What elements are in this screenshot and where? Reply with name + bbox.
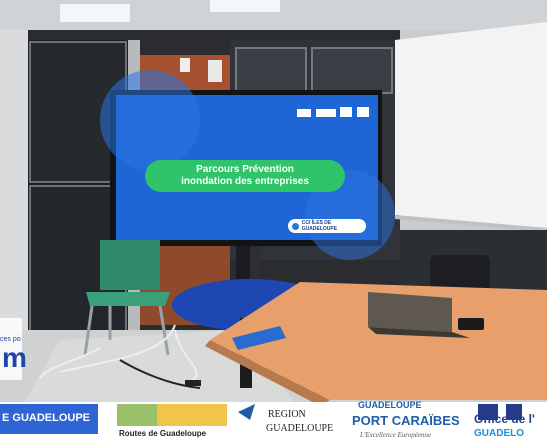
port-line1: GUADELOUPE xyxy=(358,400,422,410)
port-tagline: L'Excellence Européenne xyxy=(360,431,432,439)
slide-title-line1: Parcours Prévention xyxy=(196,164,294,175)
cci-footer-logo: CCI ÎLES DE GUADELOUPE xyxy=(288,219,366,233)
office-line1: Office de l' xyxy=(474,412,535,426)
office-line2: GUADELO xyxy=(474,428,524,439)
cci-banner-text: E GUADELOUPE xyxy=(2,412,91,424)
cci-footer-text: CCI ÎLES DE GUADELOUPE xyxy=(301,220,338,232)
cci-letters: m xyxy=(2,342,27,373)
region-line1: REGION xyxy=(268,409,306,420)
routes-logo-text: Routes de Guadeloupe xyxy=(119,429,207,438)
slide-title-line2: inondation des entreprises xyxy=(181,176,309,187)
region-line2: GUADELOUPE xyxy=(266,423,334,434)
port-line2: PORT CARAÏBES xyxy=(352,413,460,428)
slide-title-button: Parcours Prévention inondation des entre… xyxy=(145,160,345,192)
cci-logo-icon xyxy=(292,222,299,230)
